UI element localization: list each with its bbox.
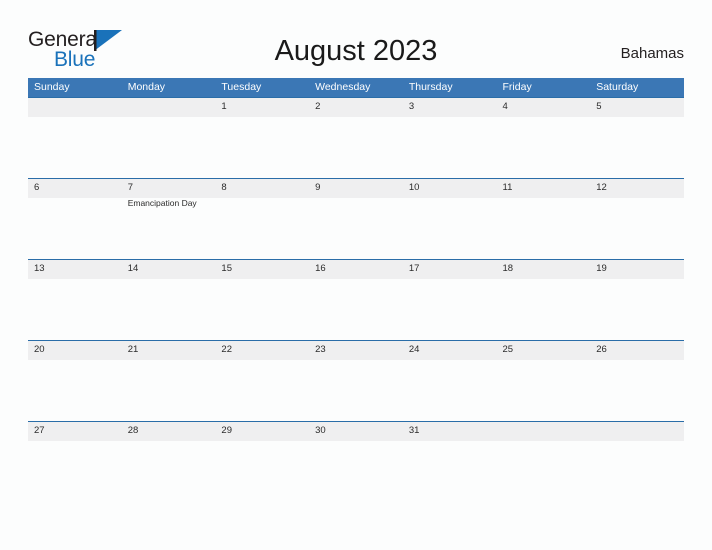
day-number: 10 <box>408 182 420 193</box>
day-number: 2 <box>315 101 321 112</box>
day-number <box>128 101 216 113</box>
day-number: 4 <box>502 101 508 112</box>
day-cell[interactable]: 5 <box>590 98 684 178</box>
day-cell[interactable]: 1 <box>215 98 309 178</box>
day-number: 3 <box>408 101 415 112</box>
day-cell[interactable]: 16 <box>309 260 403 340</box>
holiday-label: Emancipation Day <box>127 198 197 208</box>
day-cell[interactable]: 15 <box>215 260 309 340</box>
day-cell[interactable]: 9 <box>309 179 403 259</box>
day-number: 22 <box>221 344 232 355</box>
day-cell[interactable]: 26 <box>590 341 684 421</box>
day-cell[interactable]: 10 <box>403 179 497 259</box>
day-cell[interactable]: 11 <box>497 179 591 259</box>
day-cell[interactable]: 30 <box>309 422 403 502</box>
day-number: 18 <box>502 263 514 274</box>
calendar-week-row: 6 7 Emancipation Day 8 9 10 11 12 <box>28 178 684 259</box>
day-number: 14 <box>127 263 139 274</box>
day-cell[interactable]: 21 <box>122 341 216 421</box>
day-number: 17 <box>408 263 420 274</box>
country-label: Bahamas <box>620 45 684 62</box>
day-number: 29 <box>221 425 232 436</box>
day-number: 7 <box>127 182 133 193</box>
day-cell[interactable] <box>590 422 684 502</box>
day-cell[interactable]: 19 <box>590 260 684 340</box>
page-header: General Blue August 2023 Bahamas <box>0 0 712 76</box>
day-cell[interactable]: 8 <box>215 179 309 259</box>
day-cell[interactable]: 2 <box>309 98 403 178</box>
weekday-header-row: Sunday Monday Tuesday Wednesday Thursday… <box>28 78 684 97</box>
weekday-monday: Monday <box>127 81 166 93</box>
day-number: 26 <box>596 344 607 355</box>
day-cell[interactable]: 12 <box>590 179 684 259</box>
day-number: 1 <box>221 101 227 112</box>
weekday-sunday: Sunday <box>34 81 70 93</box>
day-cell[interactable]: 4 <box>497 98 591 178</box>
day-cell[interactable]: 23 <box>309 341 403 421</box>
day-cell[interactable]: 13 <box>28 260 122 340</box>
day-cell[interactable]: 6 <box>28 179 122 259</box>
calendar-week-row: 1 2 3 4 5 <box>28 97 684 178</box>
day-cell[interactable]: 18 <box>497 260 591 340</box>
day-number: 31 <box>408 425 420 436</box>
calendar-week-row: 27 28 29 30 31 <box>28 421 684 502</box>
day-cell-holiday[interactable]: 7 Emancipation Day <box>122 179 216 259</box>
day-cell[interactable]: 22 <box>215 341 309 421</box>
weekday-saturday: Saturday <box>596 81 639 93</box>
day-number: 23 <box>315 344 326 355</box>
day-number: 25 <box>502 344 514 355</box>
day-cell[interactable]: 27 <box>28 422 122 502</box>
day-cell[interactable]: 17 <box>403 260 497 340</box>
day-number: 13 <box>34 263 45 274</box>
day-number <box>596 425 684 437</box>
day-cell[interactable] <box>497 422 591 502</box>
weekday-thursday: Thursday <box>408 81 453 93</box>
weekday-wednesday: Wednesday <box>315 81 371 93</box>
day-number: 8 <box>221 182 227 193</box>
calendar-week-row: 13 14 15 16 17 18 19 <box>28 259 684 340</box>
day-number: 15 <box>221 263 232 274</box>
calendar-grid: Sunday Monday Tuesday Wednesday Thursday… <box>28 78 684 502</box>
day-number: 11 <box>502 182 513 193</box>
day-number: 12 <box>596 182 607 193</box>
day-cell[interactable]: 28 <box>122 422 216 502</box>
weekday-tuesday: Tuesday <box>221 81 262 93</box>
day-cell[interactable]: 29 <box>215 422 309 502</box>
day-cell[interactable]: 25 <box>497 341 591 421</box>
day-number: 28 <box>127 425 139 436</box>
day-number: 21 <box>127 344 139 355</box>
day-cell[interactable] <box>28 98 122 178</box>
day-number: 27 <box>34 425 45 436</box>
day-cell[interactable] <box>122 98 216 178</box>
day-number: 24 <box>408 344 420 355</box>
day-number <box>34 101 122 113</box>
day-cell[interactable]: 3 <box>403 98 497 178</box>
day-number <box>503 425 591 437</box>
day-number: 19 <box>596 263 607 274</box>
day-number: 6 <box>34 182 40 193</box>
day-cell[interactable]: 14 <box>122 260 216 340</box>
day-number: 30 <box>315 425 326 436</box>
day-cell[interactable]: 24 <box>403 341 497 421</box>
day-cell[interactable]: 31 <box>403 422 497 502</box>
day-cell[interactable]: 20 <box>28 341 122 421</box>
day-number: 5 <box>596 101 602 112</box>
day-number: 20 <box>34 344 45 355</box>
day-number: 16 <box>315 263 326 274</box>
page-title: August 2023 <box>274 35 438 67</box>
calendar-week-row: 20 21 22 23 24 25 26 <box>28 340 684 421</box>
day-number: 9 <box>315 182 321 193</box>
weekday-friday: Friday <box>502 81 532 93</box>
